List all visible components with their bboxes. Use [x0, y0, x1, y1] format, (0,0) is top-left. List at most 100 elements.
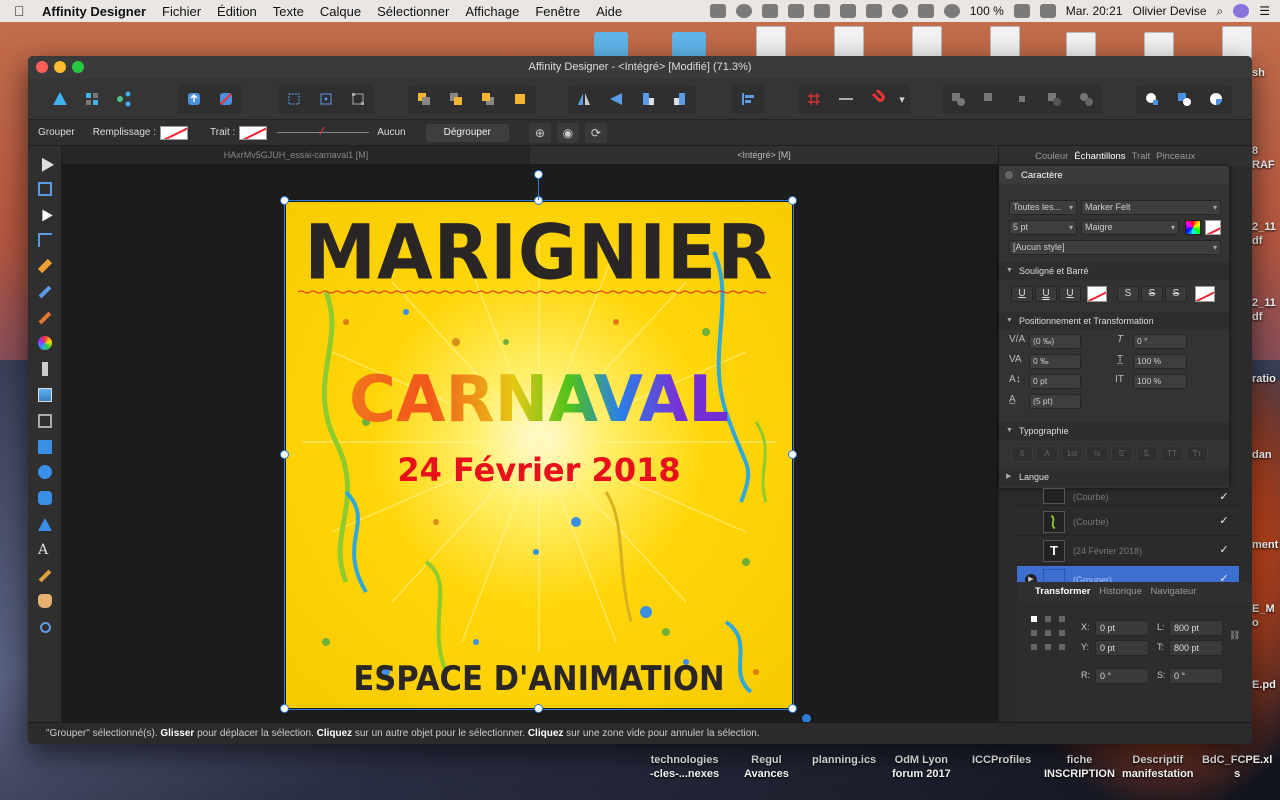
node-tool-icon[interactable]	[28, 202, 62, 228]
subscript-button[interactable]: S,	[1136, 446, 1158, 462]
user-name[interactable]: Olivier Devise	[1132, 4, 1206, 18]
superscript-button[interactable]: S'	[1111, 446, 1133, 462]
desktop-side-label[interactable]: 2_11 df	[1252, 220, 1276, 248]
desktop-file-label[interactable]: ICCProfiles	[972, 753, 1031, 767]
transform-origin-icon[interactable]	[310, 85, 342, 113]
double-underline-button[interactable]: U	[1035, 286, 1057, 302]
align-icon[interactable]	[732, 85, 764, 113]
tab-pinceaux[interactable]: Pinceaux	[1156, 151, 1195, 162]
fraction-button[interactable]: ½	[1086, 446, 1108, 462]
strikethrough-alt-button[interactable]: S	[1165, 286, 1187, 302]
menu-fichier[interactable]: Fichier	[154, 4, 209, 19]
move-to-front-icon[interactable]	[504, 85, 536, 113]
triangle-tool-icon[interactable]	[28, 511, 62, 537]
desktop-file-label[interactable]: fiche INSCRIPTION	[1044, 753, 1115, 781]
battery-percent[interactable]: 100 %	[970, 4, 1004, 18]
artboard-place-text[interactable]: ESPACE D'ANIMATION	[311, 656, 766, 702]
desktop-file-label[interactable]: BdC_FCPE.xl s	[1202, 753, 1272, 781]
desktop-side-label[interactable]: 2_11 df	[1252, 296, 1276, 324]
cloud-icon[interactable]	[735, 4, 752, 18]
selection-handle-ml[interactable]	[280, 450, 289, 459]
font-size-select[interactable]: 5 pt	[1009, 220, 1077, 235]
stroke-swatch[interactable]	[239, 125, 268, 140]
desktop-folder-icon[interactable]	[594, 32, 628, 58]
desktop-side-label[interactable]: ratio	[1252, 372, 1276, 386]
rounded-rect-tool-icon[interactable]	[28, 485, 62, 511]
selection-box-icon[interactable]	[342, 85, 374, 113]
menu-affichage[interactable]: Affichage	[457, 4, 527, 19]
tracking-field[interactable]: 0 ‰	[1029, 354, 1081, 369]
flag-icon[interactable]	[1039, 4, 1056, 18]
display-icon[interactable]	[839, 4, 856, 18]
desktop-file-label[interactable]: Descriptif manifestation	[1122, 753, 1194, 781]
calendar-icon[interactable]	[787, 4, 804, 18]
rotate-icon[interactable]: ⟳	[584, 122, 607, 143]
ungroup-button[interactable]: Dégrouper	[425, 123, 509, 142]
desktop-file-icon[interactable]	[990, 26, 1020, 60]
desktop-file-label[interactable]: Regul Avances	[744, 753, 789, 781]
snapping-icon[interactable]	[210, 85, 242, 113]
rotate-left-icon[interactable]	[632, 85, 664, 113]
divide-geometry-icon[interactable]	[1070, 85, 1102, 113]
ellipse-tool-icon[interactable]	[28, 460, 62, 486]
skew-field[interactable]: 0 °	[1133, 334, 1187, 349]
font-weight-select[interactable]: Maigre	[1081, 220, 1179, 235]
desktop-file-icon[interactable]	[1222, 26, 1252, 60]
selection-handle-br[interactable]	[788, 704, 797, 713]
move-tool-icon[interactable]	[28, 150, 62, 176]
horizontal-scale-field[interactable]: 100 %	[1133, 374, 1187, 389]
flip-vertical-icon[interactable]	[600, 85, 632, 113]
artboard-carnaval-text[interactable]: CARNAVAL	[286, 362, 792, 438]
language-section-header[interactable]: Langue	[999, 468, 1229, 486]
layer-row[interactable]: (Courbe) ✓	[1017, 488, 1239, 506]
desktop-file-icon[interactable]	[756, 26, 786, 60]
insert-top-icon[interactable]	[1200, 85, 1232, 113]
grid-icon[interactable]	[798, 85, 830, 113]
text-stroke-swatch[interactable]	[1205, 220, 1221, 235]
layer-visibility-check[interactable]: ✓	[1217, 514, 1231, 528]
move-to-back-icon[interactable]	[408, 85, 440, 113]
menu-texte[interactable]: Texte	[265, 4, 312, 19]
insert-behind-icon[interactable]	[1168, 85, 1200, 113]
typography-section-header[interactable]: Typographie	[999, 422, 1229, 440]
tab-transformer[interactable]: Transformer	[1035, 586, 1090, 597]
rectangle-tool-icon[interactable]	[28, 434, 62, 460]
artboard-date-text[interactable]: 24 Février 2018	[286, 450, 792, 490]
tab-navigateur[interactable]: Navigateur	[1151, 586, 1197, 597]
layer-visibility-check[interactable]: ✓	[1217, 543, 1231, 557]
magnet-icon[interactable]	[862, 85, 894, 113]
desktop-file-icon[interactable]	[834, 26, 864, 60]
rotate-right-icon[interactable]	[664, 85, 696, 113]
export-persona-icon[interactable]	[108, 85, 140, 113]
snapping-dropdown-icon[interactable]: ▾	[894, 85, 910, 113]
height-field[interactable]: 800 pt	[1169, 640, 1223, 656]
clock[interactable]: Mar. 20:21	[1066, 4, 1123, 18]
crosshair-icon[interactable]: ⊕	[528, 122, 551, 143]
fill-swatch[interactable]	[160, 125, 189, 140]
swash-button[interactable]: A	[1036, 446, 1058, 462]
selection-handle-mr[interactable]	[788, 450, 797, 459]
tab-echantillons[interactable]: Échantillons	[1074, 151, 1125, 162]
all-caps-button[interactable]: TT	[1161, 446, 1183, 462]
menu-edition[interactable]: Édition	[209, 4, 265, 19]
place-image-tool-icon[interactable]	[28, 382, 62, 408]
corner-tool-icon[interactable]	[28, 227, 62, 253]
layer-row[interactable]: T (24 Février 2018) ✓	[1017, 537, 1239, 565]
desktop-file-icon[interactable]	[912, 26, 942, 60]
text-tool-icon[interactable]: A	[28, 537, 62, 563]
width-field[interactable]: 800 pt	[1169, 620, 1223, 636]
artboard[interactable]: MARIGNIER CARNAVAL 24 Février 2018 ESPAC…	[286, 202, 792, 708]
position-section-header[interactable]: Positionnement et Transformation	[999, 312, 1229, 330]
selection-handle-bl[interactable]	[280, 704, 289, 713]
time-machine-icon[interactable]	[891, 4, 908, 18]
y-field[interactable]: 0 pt	[1095, 640, 1149, 656]
tab-couleur[interactable]: Couleur	[1035, 151, 1068, 162]
desktop-side-label[interactable]: ment	[1252, 538, 1278, 552]
underline-section-header[interactable]: Souligné et Barré	[999, 262, 1229, 280]
small-caps-button[interactable]: Tт	[1186, 446, 1208, 462]
battery-icon[interactable]	[1013, 4, 1030, 18]
apple-icon[interactable]: 	[14, 3, 34, 19]
selection-handle-tl[interactable]	[280, 196, 289, 205]
desktop-side-label[interactable]: sh	[1252, 66, 1265, 80]
desktop-file-label[interactable]: OdM Lyon forum 2017	[892, 753, 951, 781]
